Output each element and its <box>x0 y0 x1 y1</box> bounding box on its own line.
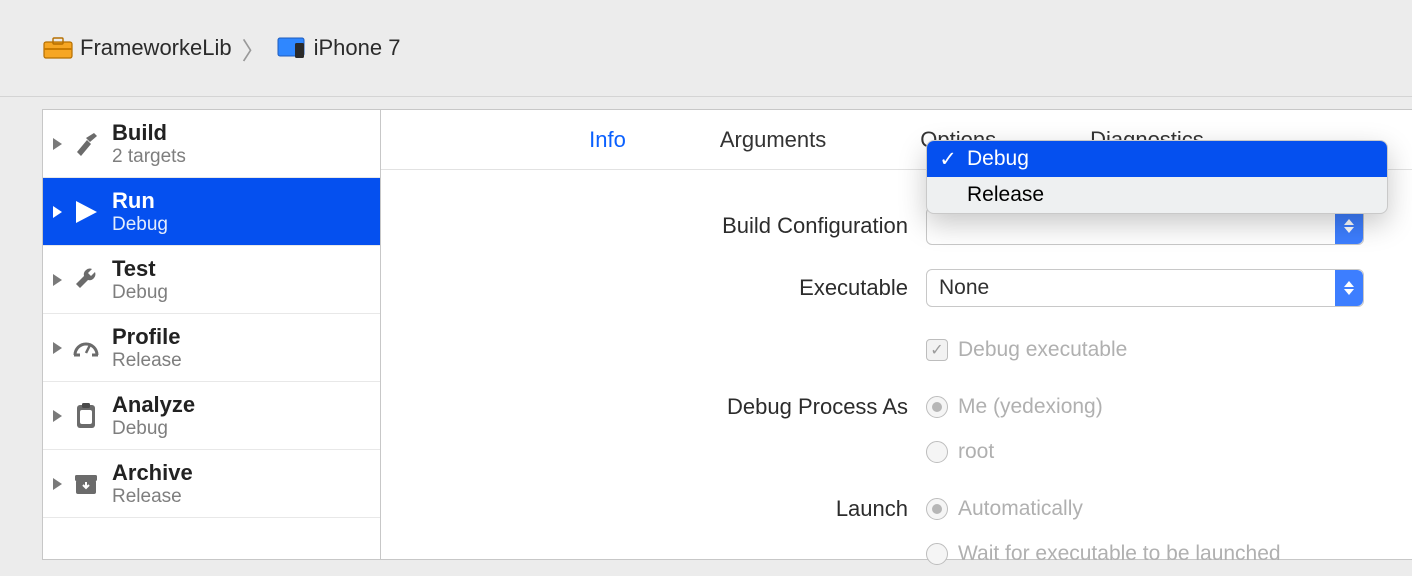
executable-value: None <box>939 276 989 300</box>
sidebar-item-profile[interactable]: Profile Release <box>43 314 380 382</box>
disclosure-triangle-icon[interactable] <box>53 138 62 150</box>
sidebar-item-subtitle: 2 targets <box>112 146 186 168</box>
radio-dot-icon <box>932 504 942 514</box>
launch-wait-radio[interactable] <box>926 543 948 565</box>
sidebar-item-subtitle: Debug <box>112 214 168 236</box>
checkmark-icon: ✓ <box>939 147 957 172</box>
sidebar-item-run[interactable]: Run Debug <box>43 178 380 246</box>
tab-info[interactable]: Info <box>587 123 628 157</box>
launch-label: Launch <box>381 496 926 522</box>
sidebar-item-analyze[interactable]: Analyze Debug <box>43 382 380 450</box>
scheme-editor: Build 2 targets Run Debug Test Debug <box>42 109 1412 560</box>
sidebar-item-build[interactable]: Build 2 targets <box>43 110 380 178</box>
sidebar-item-subtitle: Release <box>112 486 193 508</box>
launch-wait-label: Wait for executable to be launched <box>958 542 1281 566</box>
sidebar-item-subtitle: Debug <box>112 418 195 440</box>
chevron-right-icon: 〉 <box>242 31 266 66</box>
debug-as-me-label: Me (yedexiong) <box>958 395 1103 419</box>
checkmark-icon: ✓ <box>930 340 943 360</box>
disclosure-triangle-icon[interactable] <box>53 478 62 490</box>
debug-as-root-radio[interactable] <box>926 441 948 463</box>
sidebar-item-title: Analyze <box>112 392 195 418</box>
popup-caret-icon <box>1335 270 1363 306</box>
executable-popup[interactable]: None <box>926 269 1364 307</box>
disclosure-triangle-icon[interactable] <box>53 410 62 422</box>
sidebar-item-title: Test <box>112 256 168 282</box>
gauge-icon <box>70 332 102 364</box>
sidebar-item-title: Profile <box>112 324 182 350</box>
hammer-icon <box>70 128 102 160</box>
sidebar-item-subtitle: Release <box>112 350 182 372</box>
sidebar-item-title: Build <box>112 120 186 146</box>
dropdown-option-label: Release <box>967 183 1044 207</box>
disclosure-triangle-icon[interactable] <box>53 342 62 354</box>
dropdown-option-label: Debug <box>967 147 1029 171</box>
debug-process-as-label: Debug Process As <box>381 394 926 420</box>
build-configuration-dropdown[interactable]: ✓ Debug Release <box>926 140 1388 214</box>
dropdown-option-debug[interactable]: ✓ Debug <box>927 141 1387 177</box>
breadcrumb-device[interactable]: iPhone 7 <box>314 35 401 61</box>
scheme-content: Info Arguments Options Diagnostics Build… <box>381 110 1412 559</box>
breadcrumb-project[interactable]: FrameworkeLib <box>80 35 232 61</box>
disclosure-triangle-icon[interactable] <box>53 206 62 218</box>
toolbox-icon <box>42 34 74 62</box>
debug-as-me-radio[interactable] <box>926 396 948 418</box>
scheme-actions-sidebar: Build 2 targets Run Debug Test Debug <box>43 110 381 559</box>
sidebar-item-title: Run <box>112 188 168 214</box>
tab-arguments[interactable]: Arguments <box>718 123 828 157</box>
sidebar-item-subtitle: Debug <box>112 282 168 304</box>
device-icon <box>276 36 308 60</box>
scheme-toolbar: FrameworkeLib 〉 iPhone 7 <box>0 0 1412 97</box>
radio-dot-icon <box>932 402 942 412</box>
archivebox-icon <box>70 468 102 500</box>
play-icon <box>70 196 102 228</box>
wrench-icon <box>70 264 102 296</box>
launch-auto-radio[interactable] <box>926 498 948 520</box>
debug-executable-checkbox[interactable]: ✓ <box>926 339 948 361</box>
dropdown-option-release[interactable]: Release <box>927 177 1387 213</box>
debug-as-root-label: root <box>958 440 994 464</box>
info-form: Build Configuration Executable None <box>381 170 1412 576</box>
sidebar-item-archive[interactable]: Archive Release <box>43 450 380 518</box>
sidebar-item-title: Archive <box>112 460 193 486</box>
build-configuration-label: Build Configuration <box>381 213 926 239</box>
disclosure-triangle-icon[interactable] <box>53 274 62 286</box>
launch-auto-label: Automatically <box>958 497 1083 521</box>
sidebar-item-test[interactable]: Test Debug <box>43 246 380 314</box>
debug-executable-label: Debug executable <box>958 338 1127 362</box>
executable-label: Executable <box>381 275 926 301</box>
clipboard-icon <box>70 400 102 432</box>
